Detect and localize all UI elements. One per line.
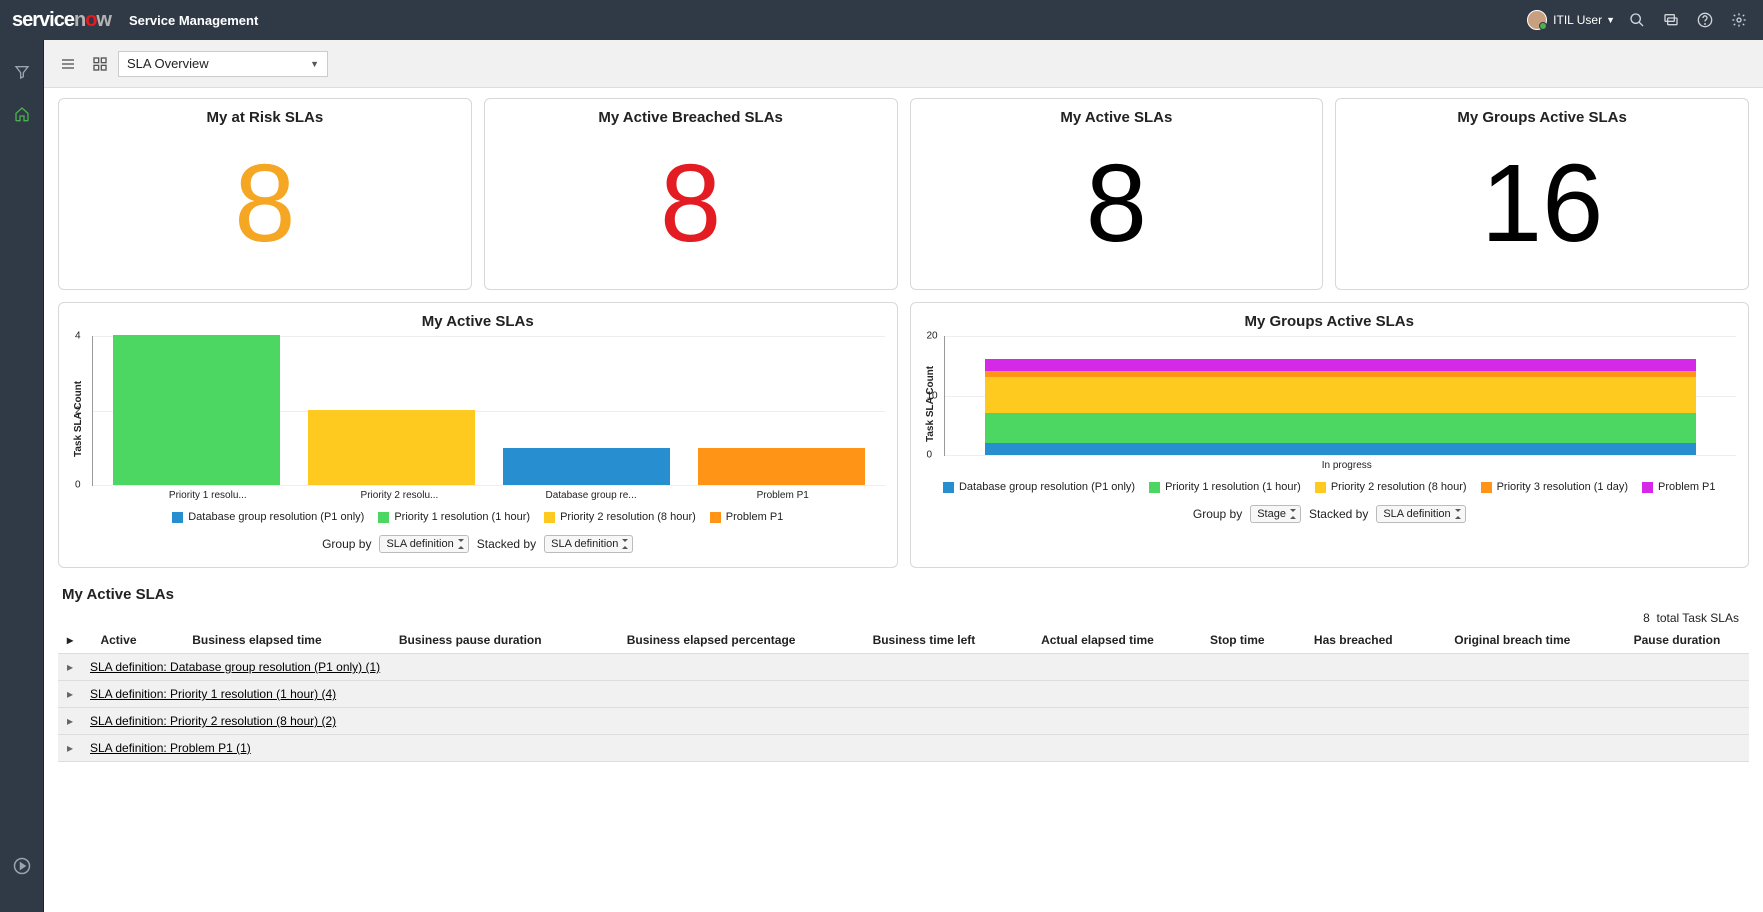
column-header[interactable]: Has breached (1287, 627, 1420, 654)
bar[interactable] (698, 448, 865, 486)
kpi-title: My at Risk SLAs (71, 109, 459, 126)
list-title: My Active SLAs (58, 580, 1749, 609)
bar[interactable] (503, 448, 670, 486)
chart-legend: Database group resolution (P1 only) Prior… (923, 481, 1737, 493)
chart-card-my-active-slas: My Active SLAs Task SLA Count 024 Priori… (58, 302, 898, 568)
user-name: ITIL User (1553, 13, 1602, 27)
grid-view-icon[interactable] (86, 50, 114, 78)
kpi-title: My Groups Active SLAs (1348, 109, 1736, 126)
kpi-card[interactable]: My Groups Active SLAs 16 (1335, 98, 1749, 290)
x-tick: Priority 1 resolu... (126, 490, 290, 501)
legend-item[interactable]: Priority 3 resolution (1 day) (1481, 481, 1628, 493)
chart-plot[interactable]: 024 (92, 336, 885, 486)
kpi-value: 8 (71, 132, 459, 275)
table-group-row[interactable]: ▸ SLA definition: Problem P1 (1) (58, 735, 1749, 762)
gear-icon[interactable] (1727, 8, 1751, 32)
column-header[interactable]: Stop time (1188, 627, 1287, 654)
legend-item[interactable]: Priority 1 resolution (1 hour) (1149, 481, 1301, 493)
kpi-title: My Active Breached SLAs (497, 109, 885, 126)
chevron-down-icon: ▼ (310, 59, 319, 69)
column-header[interactable]: Actual elapsed time (1007, 627, 1188, 654)
legend-item[interactable]: Priority 2 resolution (8 hour) (544, 511, 696, 523)
column-header[interactable]: Active (82, 627, 155, 654)
chart-legend: Database group resolution (P1 only) Prior… (71, 511, 885, 523)
kpi-value: 16 (1348, 132, 1736, 275)
column-header[interactable]: Original breach time (1420, 627, 1605, 654)
stacked-bar[interactable] (985, 359, 1697, 455)
stackedby-select[interactable]: SLA definition (544, 535, 633, 553)
groupby-select[interactable]: Stage (1250, 505, 1301, 523)
left-rail (0, 40, 44, 912)
expand-icon[interactable]: ▸ (58, 681, 82, 708)
legend-item[interactable]: Problem P1 (710, 511, 783, 523)
dashboard-select-value: SLA Overview (127, 56, 209, 71)
chart-title: My Groups Active SLAs (923, 313, 1737, 330)
table-group-row[interactable]: ▸ SLA definition: Database group resoluti… (58, 654, 1749, 681)
column-header[interactable]: Business elapsed time (155, 627, 359, 654)
chart-card-my-groups-active-slas: My Groups Active SLAs Task SLA Count 010… (910, 302, 1750, 568)
list-card-my-active-slas: My Active SLAs 8 total Task SLAs ▸Active… (58, 580, 1749, 762)
group-link[interactable]: SLA definition: Database group resolutio… (90, 660, 380, 674)
bar[interactable] (113, 335, 280, 485)
y-axis-label: Task SLA Count (71, 336, 86, 501)
column-header[interactable]: Business pause duration (359, 627, 582, 654)
global-header: servicenow Service Management ITIL User … (0, 0, 1763, 40)
filter-icon[interactable] (10, 60, 34, 84)
kpi-card[interactable]: My at Risk SLAs 8 (58, 98, 472, 290)
legend-item[interactable]: Priority 2 resolution (8 hour) (1315, 481, 1467, 493)
chart-title: My Active SLAs (71, 313, 885, 330)
list-view-icon[interactable] (54, 50, 82, 78)
list-total-count: 8 (1643, 611, 1650, 625)
user-menu-button[interactable]: ITIL User ▼ (1527, 10, 1615, 30)
x-tick: Problem P1 (701, 490, 865, 501)
kpi-card[interactable]: My Active SLAs 8 (910, 98, 1324, 290)
group-link[interactable]: SLA definition: Priority 2 resolution (8… (90, 714, 336, 728)
x-tick: Priority 2 resolu... (318, 490, 482, 501)
legend-item[interactable]: Database group resolution (P1 only) (172, 511, 364, 523)
brand-logo: servicenow (12, 9, 111, 32)
table-group-row[interactable]: ▸ SLA definition: Priority 2 resolution (… (58, 708, 1749, 735)
groupby-select[interactable]: SLA definition (379, 535, 468, 553)
groupby-label: Group by (1193, 507, 1242, 521)
x-tick: In progress (1322, 460, 1372, 471)
dashboard-toolbar: SLA Overview ▼ (44, 40, 1763, 88)
group-link[interactable]: SLA definition: Problem P1 (1) (90, 741, 251, 755)
avatar (1527, 10, 1547, 30)
chevron-down-icon: ▼ (1606, 15, 1615, 25)
column-header[interactable]: Business time left (841, 627, 1008, 654)
legend-item[interactable]: Database group resolution (P1 only) (943, 481, 1135, 493)
stackedby-label: Stacked by (477, 537, 536, 551)
group-link[interactable]: SLA definition: Priority 1 resolution (1… (90, 687, 336, 701)
kpi-card[interactable]: My Active Breached SLAs 8 (484, 98, 898, 290)
stackedby-select[interactable]: SLA definition (1376, 505, 1465, 523)
kpi-title: My Active SLAs (923, 109, 1311, 126)
x-tick: Database group re... (509, 490, 673, 501)
column-header[interactable]: Pause duration (1605, 627, 1749, 654)
list-total-label: total Task SLAs (1657, 611, 1740, 625)
kpi-value: 8 (497, 132, 885, 275)
home-icon[interactable] (10, 102, 34, 126)
column-header[interactable]: Business elapsed percentage (582, 627, 841, 654)
kpi-value: 8 (923, 132, 1311, 275)
chart-plot[interactable]: 01020 (944, 336, 1737, 456)
legend-item[interactable]: Priority 1 resolution (1 hour) (378, 511, 530, 523)
groupby-label: Group by (322, 537, 371, 551)
bar[interactable] (308, 410, 475, 485)
app-name: Service Management (129, 13, 258, 28)
legend-item[interactable]: Problem P1 (1642, 481, 1715, 493)
dashboard-select[interactable]: SLA Overview ▼ (118, 51, 328, 77)
stackedby-label: Stacked by (1309, 507, 1368, 521)
table-group-row[interactable]: ▸ SLA definition: Priority 1 resolution (… (58, 681, 1749, 708)
expand-icon[interactable]: ▸ (58, 654, 82, 681)
expand-column[interactable]: ▸ (58, 627, 82, 654)
play-icon[interactable] (10, 854, 34, 878)
help-icon[interactable] (1693, 8, 1717, 32)
search-icon[interactable] (1625, 8, 1649, 32)
chat-icon[interactable] (1659, 8, 1683, 32)
expand-icon[interactable]: ▸ (58, 735, 82, 762)
expand-icon[interactable]: ▸ (58, 708, 82, 735)
sla-table: ▸ActiveBusiness elapsed timeBusiness pau… (58, 627, 1749, 762)
